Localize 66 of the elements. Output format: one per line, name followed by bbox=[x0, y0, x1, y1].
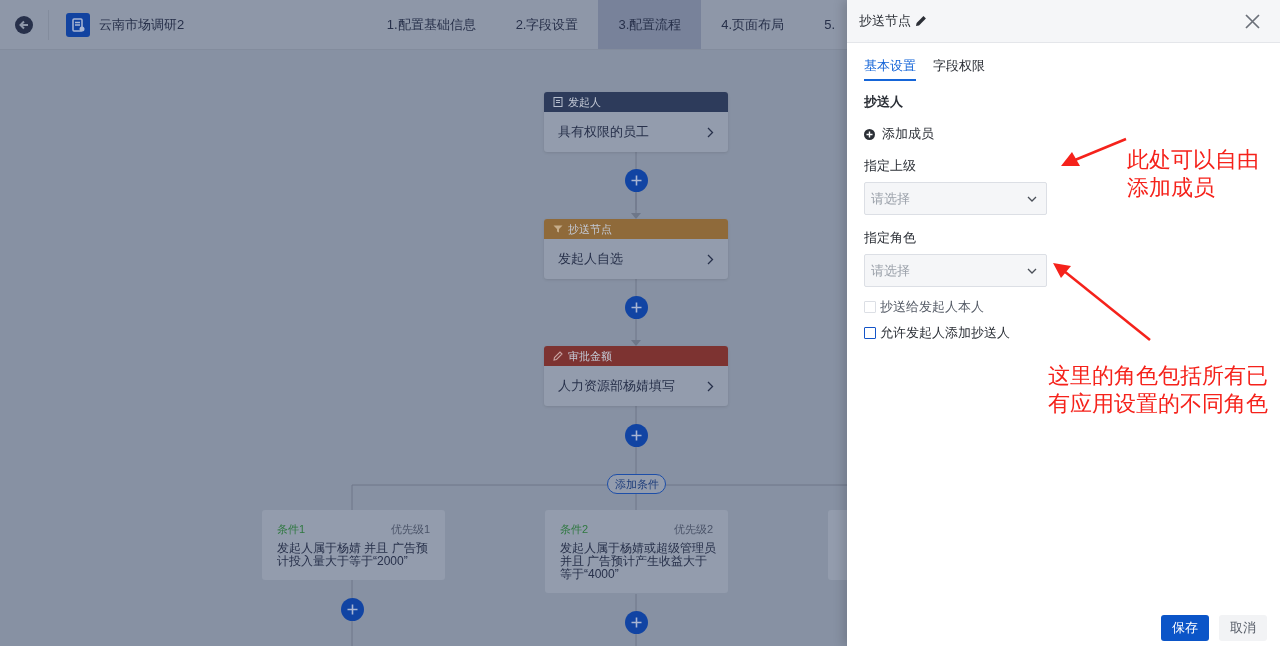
add-condition-button[interactable]: 添加条件 bbox=[607, 474, 666, 494]
step-tab[interactable]: 3.配置流程 bbox=[598, 0, 702, 49]
step-tab[interactable]: 1.配置基础信息 bbox=[366, 0, 496, 49]
chevron-right-icon bbox=[707, 253, 714, 265]
annotation-arrow bbox=[1061, 137, 1127, 166]
condition-card[interactable]: 条件1 优先级1 发起人属于杨婧 并且 广告预计投入量大于等于“2000” bbox=[262, 510, 445, 580]
node-content: 具有权限的员工 bbox=[558, 123, 649, 141]
settings-tab[interactable]: 基本设置 bbox=[864, 56, 916, 81]
plus-icon bbox=[630, 174, 642, 186]
connector-arrow bbox=[631, 317, 641, 346]
condition-text: 发起人属于杨婧或超级管理员并且 广告预计产生收益大于等于“4000” bbox=[560, 542, 717, 581]
chevron-down-icon bbox=[1027, 268, 1037, 274]
condition-card[interactable]: 条件2 优先级2 发起人属于杨婧或超级管理员并且 广告预计产生收益大于等于“4000” bbox=[545, 510, 728, 593]
condition-text: 发起人属于杨婧 并且 广告预计投入量大于等于“2000” bbox=[277, 542, 429, 568]
add-node-button[interactable] bbox=[340, 597, 364, 621]
field-label: 指定上级 bbox=[864, 157, 916, 175]
priority-label: 优先级1 bbox=[390, 522, 430, 537]
node-content: 发起人自选 bbox=[558, 250, 623, 268]
settings-tab[interactable]: 字段权限 bbox=[933, 56, 985, 81]
section-title: 抄送人 bbox=[864, 93, 903, 111]
close-icon[interactable] bbox=[1245, 13, 1260, 29]
plus-icon bbox=[346, 603, 358, 615]
node-title: 发起人 bbox=[568, 94, 601, 110]
flow-node[interactable]: 发起人 具有权限的员工 bbox=[544, 92, 728, 152]
add-node-button[interactable] bbox=[624, 295, 648, 319]
chevron-down-icon bbox=[1027, 196, 1037, 202]
condition-name: 条件1 bbox=[277, 522, 306, 537]
filter-icon bbox=[553, 224, 563, 234]
select-field[interactable]: 请选择 bbox=[864, 182, 1047, 215]
checkbox[interactable] bbox=[864, 327, 876, 339]
chevron-right-icon bbox=[707, 126, 714, 138]
chevron-right-icon bbox=[707, 380, 714, 392]
flow-node[interactable]: 抄送节点 发起人自选 bbox=[544, 219, 728, 279]
flow-node[interactable]: 审批金额 人力资源部杨婧填写 bbox=[544, 346, 728, 406]
edit-icon[interactable] bbox=[915, 15, 927, 27]
add-member-button[interactable]: 添加成员 bbox=[864, 125, 934, 143]
add-circle-icon bbox=[864, 128, 875, 140]
app-logo-icon bbox=[66, 12, 90, 37]
node-title: 抄送节点 bbox=[568, 221, 612, 237]
cancel-button[interactable]: 取消 bbox=[1219, 615, 1267, 641]
pencil-icon bbox=[553, 351, 563, 361]
step-tab[interactable]: 2.字段设置 bbox=[495, 0, 599, 49]
select-field[interactable]: 请选择 bbox=[864, 254, 1047, 287]
app-title: 云南市场调研2 bbox=[99, 15, 185, 34]
checkbox-label: 抄送给发起人本人 bbox=[880, 298, 984, 316]
connector-arrow bbox=[631, 190, 641, 219]
condition-name: 条件2 bbox=[560, 522, 589, 537]
priority-label: 优先级2 bbox=[673, 522, 713, 537]
add-node-button[interactable] bbox=[624, 610, 648, 634]
plus-icon bbox=[630, 301, 642, 313]
plus-icon bbox=[630, 429, 642, 441]
step-tab[interactable]: 4.页面布局 bbox=[701, 0, 805, 49]
annotation-text: 这里的角色包括所有已有应用设置的不同角色 bbox=[1048, 362, 1268, 418]
add-node-button[interactable] bbox=[624, 423, 648, 447]
document-icon bbox=[553, 97, 563, 107]
panel-title: 抄送节点 bbox=[859, 12, 911, 30]
plus-icon bbox=[630, 616, 642, 628]
save-button[interactable]: 保存 bbox=[1161, 615, 1209, 641]
checkbox-label: 允许发起人添加抄送人 bbox=[880, 324, 1010, 342]
node-title: 审批金额 bbox=[568, 348, 612, 364]
node-content: 人力资源部杨婧填写 bbox=[558, 377, 675, 395]
annotation-text: 此处可以自由添加成员 bbox=[1127, 146, 1259, 202]
field-label: 指定角色 bbox=[864, 229, 916, 247]
add-node-button[interactable] bbox=[624, 168, 648, 192]
back-icon[interactable] bbox=[15, 15, 33, 34]
step-tab[interactable]: 5. bbox=[804, 0, 847, 49]
